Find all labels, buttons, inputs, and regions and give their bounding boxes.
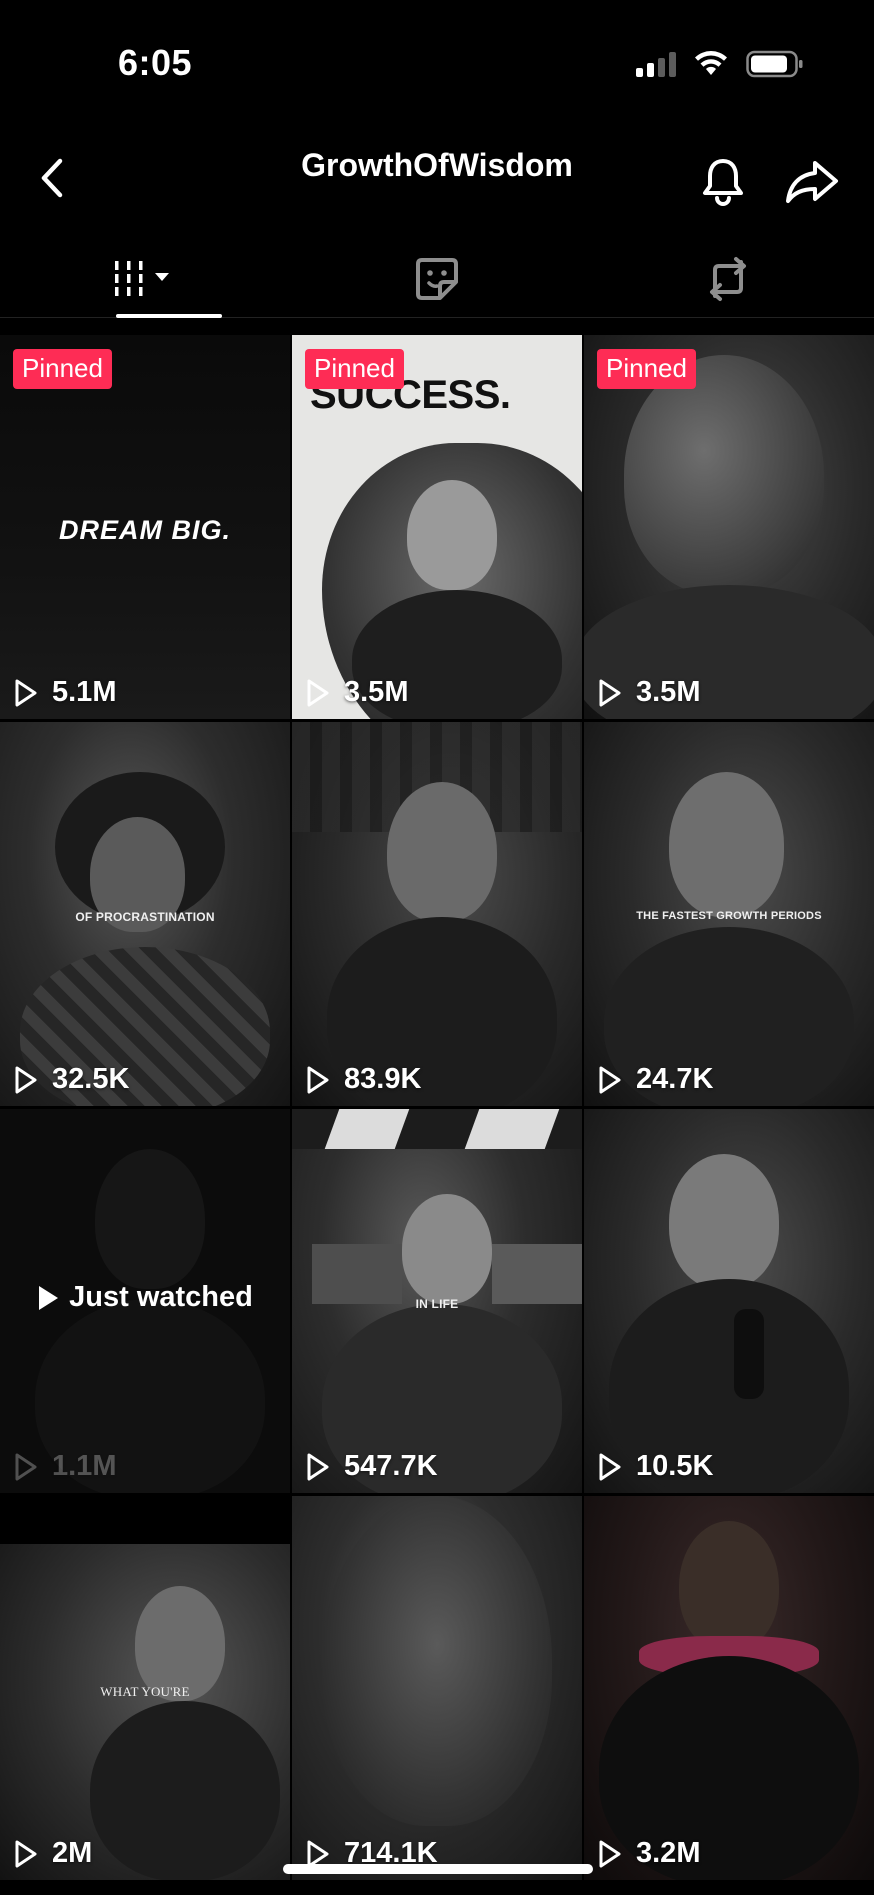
view-count-label: 1.1M [52,1450,117,1482]
view-count: 3.2M [598,1837,700,1870]
tab-reposts[interactable] [582,240,873,318]
notification-button[interactable] [695,153,751,209]
video-tile[interactable]: OF PROCRASTINATION 32.5K [0,722,290,1106]
view-count: 32.5K [14,1063,129,1096]
view-count-label: 3.5M [344,676,409,708]
play-icon [15,679,37,706]
battery-icon [746,50,803,78]
video-tile[interactable]: 714.1K [292,1496,582,1880]
status-icons [636,50,804,78]
view-count-label: 10.5K [636,1450,714,1482]
tab-videos[interactable] [0,240,291,318]
view-count: 10.5K [598,1450,713,1483]
view-count-label: 2M [52,1837,93,1869]
video-tile[interactable]: 3.2M [584,1496,874,1880]
view-count: 24.7K [598,1063,713,1096]
thumbnail-caption: OF PROCRASTINATION [75,910,215,924]
pinned-badge: Pinned [597,349,696,389]
wifi-icon [695,51,727,75]
active-tab-indicator [116,314,222,318]
view-count: 5.1M [14,676,116,709]
bell-icon [703,159,743,206]
status-time: 6:05 [118,42,193,83]
play-icon [15,1066,37,1093]
video-grid: DREAM BIG. Pinned 5.1M SUCCESS. Pinned 3… [0,335,874,1880]
tab-stickers[interactable] [291,240,582,318]
video-tile[interactable]: SUCCESS. Pinned 3.5M [292,335,582,719]
thumbnail-caption: WHAT YOU'RE [100,1684,190,1699]
view-count-label: 5.1M [52,676,117,708]
view-count-label: 24.7K [636,1063,714,1095]
view-count: 547.7K [306,1450,438,1483]
video-tile[interactable]: THE FASTEST GROWTH PERIODS 24.7K [584,722,874,1106]
repost-icon [709,257,746,301]
view-count: 3.5M [598,676,700,709]
play-icon [599,1066,621,1093]
cellular-signal-icon [636,51,676,77]
video-tile[interactable]: IN LIFE 547.7K [292,1109,582,1493]
just-watched-label: Just watched [0,1281,290,1314]
view-count-label: 3.2M [636,1837,701,1869]
play-icon [15,1840,37,1867]
videos-grid-icon [114,261,169,296]
pinned-badge: Pinned [305,349,404,389]
status-bar: 6:05 [0,0,874,120]
caret-down-icon [154,273,169,281]
sticker-icon [415,258,458,300]
view-count-label: 32.5K [52,1063,130,1095]
video-tile[interactable]: Pinned 3.5M [584,335,874,719]
view-count-label: 3.5M [636,676,701,708]
play-icon [307,1453,329,1480]
play-icon [599,679,621,706]
play-icon [307,679,329,706]
video-tile[interactable]: DREAM BIG. Pinned 5.1M [0,335,290,719]
video-tile[interactable]: WHAT YOU'RE 2M [0,1496,290,1880]
play-icon [307,1066,329,1093]
video-tile[interactable]: 83.9K [292,722,582,1106]
view-count: 83.9K [306,1063,421,1096]
thumbnail-caption: IN LIFE [415,1297,459,1311]
view-count-label: 83.9K [344,1063,422,1095]
view-count: 1.1M [14,1450,116,1483]
thumbnail-caption: THE FASTEST GROWTH PERIODS [636,910,822,922]
view-count: 3.5M [306,676,408,709]
profile-tabs [0,240,874,318]
thumbnail-caption: DREAM BIG. [59,515,231,545]
play-icon [599,1453,621,1480]
play-icon [39,1285,59,1310]
view-count: 2M [14,1837,92,1870]
profile-header: GrowthOfWisdom [0,125,874,235]
play-icon [599,1840,621,1867]
pinned-badge: Pinned [13,349,112,389]
share-arrow-icon [786,161,838,203]
video-tile[interactable]: 10.5K [584,1109,874,1493]
share-button[interactable] [782,155,842,209]
home-indicator[interactable] [283,1864,593,1874]
view-count-label: 547.7K [344,1450,438,1482]
play-icon [15,1453,37,1480]
video-tile[interactable]: Just watched 1.1M [0,1109,290,1493]
